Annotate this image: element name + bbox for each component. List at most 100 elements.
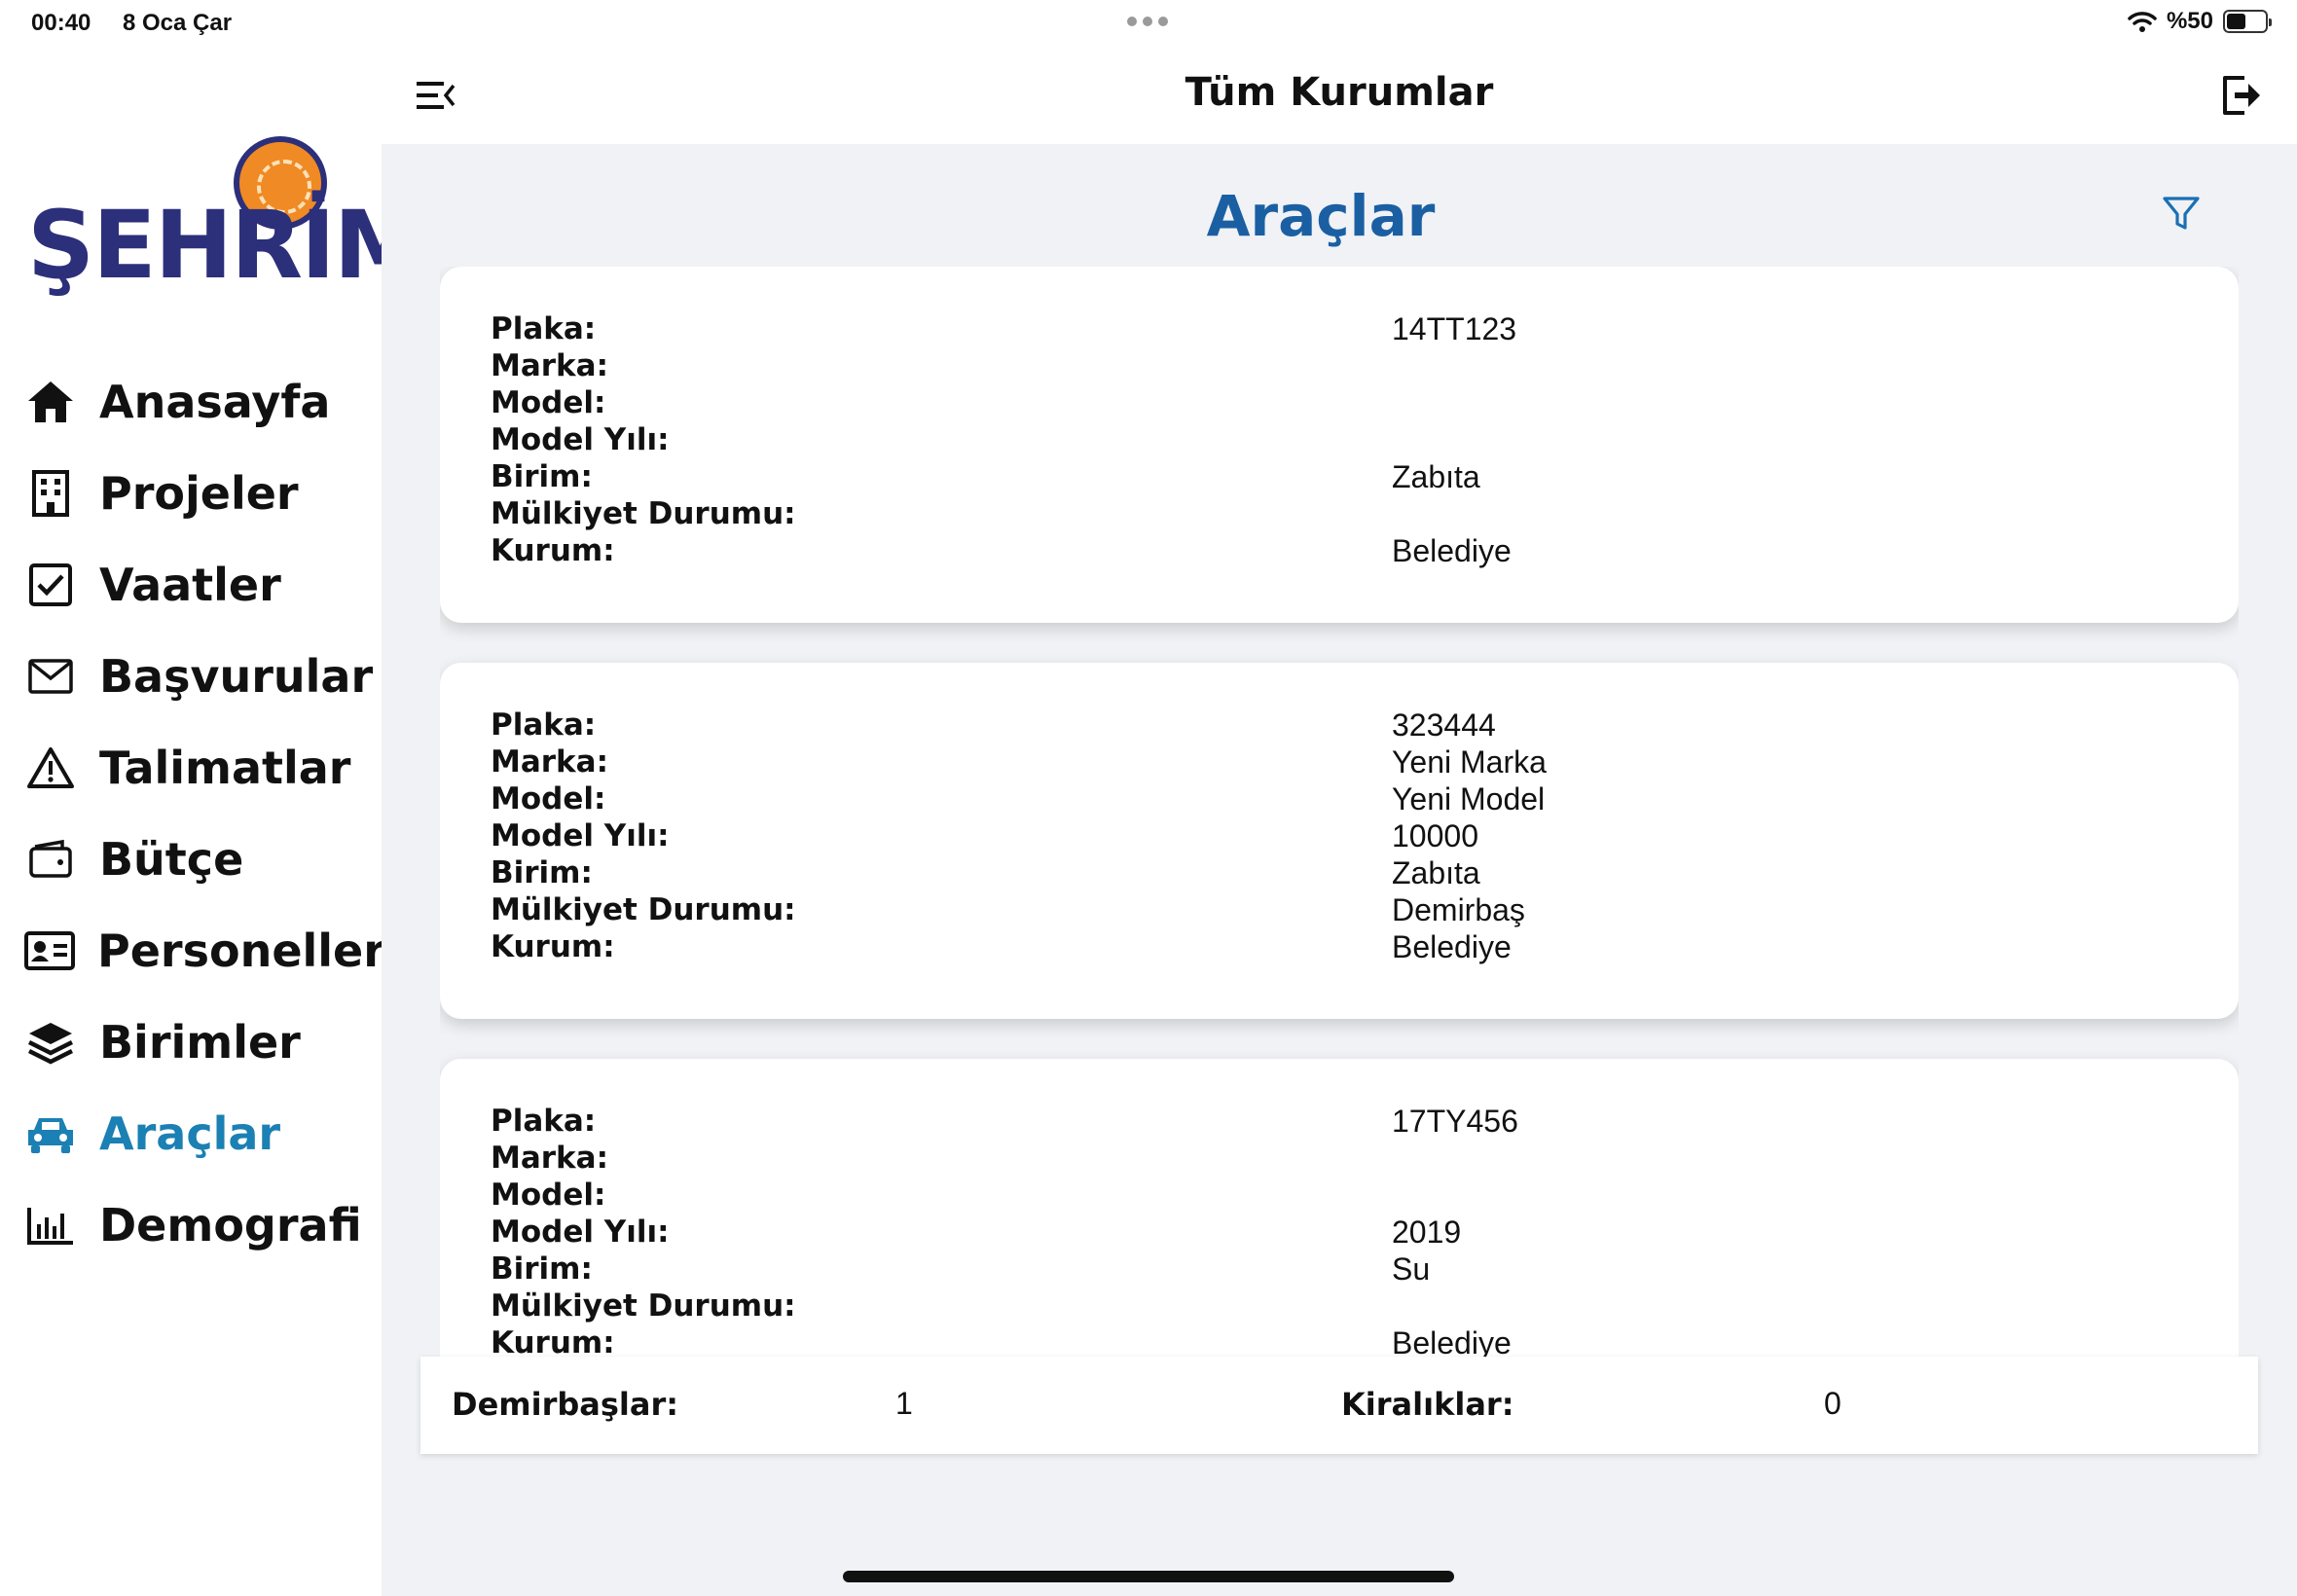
battery-icon (2223, 10, 2272, 33)
status-date: 8 Oca Çar (123, 10, 233, 36)
vehicle-field-model_yili: Model Yılı: 10000 (491, 818, 2204, 855)
vehicle-list[interactable]: Plaka: 14TT123 Marka: Model: Model Yılı: Biri… (440, 267, 2239, 1499)
field-label: Plaka: (491, 1104, 597, 1139)
bar-chart-icon (23, 1198, 78, 1252)
checkbox-icon (23, 558, 78, 612)
battery-percent: %50 (2166, 8, 2213, 34)
home-indicator[interactable] (843, 1571, 1454, 1582)
field-value: 10000 (1392, 818, 1478, 853)
logout-icon (2223, 76, 2260, 115)
field-value: Demirbaş (1392, 892, 1525, 927)
vehicle-field-mulkiyet: Mülkiyet Durumu: Demirbaş (491, 892, 2204, 929)
vehicle-field-model_yili: Model Yılı: (491, 422, 2204, 459)
field-label: Model: (491, 1178, 606, 1213)
sidebar-item-basvurular[interactable]: Başvurular (23, 631, 374, 722)
sidebar-item-anasayfa[interactable]: Anasayfa (23, 356, 374, 448)
field-value: Su (1392, 1251, 1431, 1287)
sehrim-logo: ŞEHRİM (27, 90, 426, 304)
home-icon (23, 375, 78, 429)
sidebar-item-vaatler[interactable]: Vaatler (23, 539, 374, 631)
multitasking-dots[interactable] (1127, 17, 1168, 26)
main-content: Araçlar Plaka: 14TT123 Marka: Model: Model Y… (382, 144, 2297, 1596)
field-value: Zabıta (1392, 855, 1480, 890)
field-value: 14TT123 (1392, 311, 1517, 346)
field-label: Mülkiyet Durumu: (491, 1288, 796, 1324)
filter-button[interactable] (2161, 193, 2202, 234)
field-label: Model: (491, 781, 606, 816)
field-label: Marka: (491, 744, 608, 780)
field-label: Mülkiyet Durumu: (491, 892, 796, 927)
vehicle-card[interactable]: Plaka: 14TT123 Marka: Model: Model Yılı: Biri… (440, 267, 2239, 623)
field-value: Belediye (1392, 533, 1512, 568)
vehicle-field-model: Model: (491, 1178, 2204, 1215)
vehicle-field-plaka: Plaka: 323444 (491, 707, 2204, 744)
vehicle-field-kurum: Kurum: Belediye (491, 533, 2204, 570)
sidebar-item-label: Demografi (99, 1199, 362, 1251)
sidebar-item-label: Birimler (99, 1016, 301, 1069)
wifi-icon (2128, 12, 2157, 32)
logout-button[interactable] (2219, 72, 2264, 119)
sidebar: ŞEHRİM Anasayfa Projeler Vaatler Başvuru… (0, 47, 426, 1596)
vehicle-field-plaka: Plaka: 17TY456 (491, 1104, 2204, 1141)
top-header: Tüm Kurumlar (382, 47, 2297, 144)
field-label: Mülkiyet Durumu: (491, 496, 796, 531)
field-label: Marka: (491, 348, 608, 383)
wallet-icon (23, 832, 78, 887)
envelope-icon (23, 649, 78, 704)
vehicle-field-birim: Birim: Zabıta (491, 855, 2204, 892)
field-label: Model Yılı: (491, 422, 670, 457)
field-label: Kurum: (491, 1325, 615, 1360)
sidebar-item-label: Personeller (97, 925, 385, 977)
field-label: Plaka: (491, 707, 597, 743)
sidebar-item-projeler[interactable]: Projeler (23, 448, 374, 539)
sidebar-item-talimatlar[interactable]: Talimatlar (23, 722, 374, 814)
field-label: Kurum: (491, 533, 615, 568)
field-label: Model Yılı: (491, 818, 670, 853)
sidebar-nav: Anasayfa Projeler Vaatler Başvurular Tal… (23, 356, 385, 1271)
field-label: Model: (491, 385, 606, 420)
building-icon (23, 466, 78, 521)
header-title[interactable]: Tüm Kurumlar (382, 70, 2297, 115)
field-label: Marka: (491, 1141, 608, 1176)
vehicle-field-plaka: Plaka: 14TT123 (491, 311, 2204, 348)
sidebar-item-araclar[interactable]: Araçlar (23, 1088, 374, 1179)
vehicle-field-model_yili: Model Yılı: 2019 (491, 1215, 2204, 1251)
sidebar-item-demografi[interactable]: Demografi (23, 1179, 374, 1271)
filter-icon (2163, 197, 2200, 230)
field-value: Yeni Model (1392, 781, 1546, 816)
field-value: Yeni Marka (1392, 744, 1547, 780)
sidebar-item-butce[interactable]: Bütçe (23, 814, 374, 905)
vehicle-field-marka: Marka: (491, 1141, 2204, 1178)
field-label: Plaka: (491, 311, 597, 346)
field-label: Kurum: (491, 929, 615, 964)
car-icon (23, 1106, 78, 1161)
field-value: 323444 (1392, 707, 1496, 743)
kiralik-label: Kiralıklar: (1341, 1386, 1514, 1423)
vehicle-field-birim: Birim: Zabıta (491, 459, 2204, 496)
sidebar-item-personeller[interactable]: Personeller (23, 905, 385, 997)
field-value: Belediye (1392, 929, 1512, 964)
vehicle-field-mulkiyet: Mülkiyet Durumu: (491, 496, 2204, 533)
status-bar: 00:40 8 Oca Çar %50 (0, 0, 2297, 47)
id-card-icon (23, 924, 76, 978)
kiralik-value: 0 (1824, 1386, 1841, 1421)
sidebar-item-label: Projeler (99, 467, 299, 520)
field-label: Model Yılı: (491, 1215, 670, 1250)
sidebar-item-label: Araçlar (99, 1107, 281, 1160)
status-time: 00:40 (31, 10, 91, 36)
field-value: 17TY456 (1392, 1104, 1518, 1139)
vehicle-field-marka: Marka: Yeni Marka (491, 744, 2204, 781)
demirbas-label: Demirbaşlar: (452, 1386, 679, 1423)
vehicle-field-model: Model: (491, 385, 2204, 422)
sidebar-item-label: Anasayfa (99, 376, 331, 428)
sidebar-item-label: Talimatlar (99, 742, 351, 794)
field-label: Birim: (491, 459, 593, 494)
page-title: Araçlar (1206, 183, 1436, 249)
sidebar-item-birimler[interactable]: Birimler (23, 997, 374, 1088)
field-label: Birim: (491, 1251, 593, 1287)
vehicle-field-marka: Marka: (491, 348, 2204, 385)
vehicle-card[interactable]: Plaka: 323444 Marka: Yeni Marka Model: Yeni M… (440, 663, 2239, 1019)
sidebar-item-label: Vaatler (99, 559, 281, 611)
field-value: Zabıta (1392, 459, 1480, 494)
vehicle-field-model: Model: Yeni Model (491, 781, 2204, 818)
